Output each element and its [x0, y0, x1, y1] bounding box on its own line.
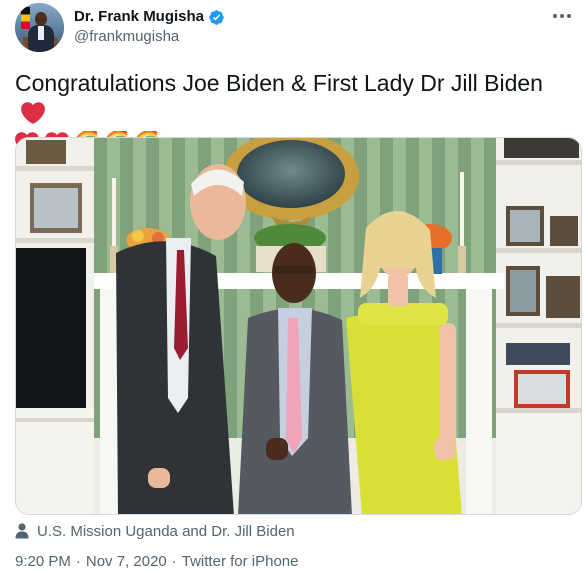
tweet-body: Congratulations Joe Biden & First Lady D… [15, 70, 543, 96]
meta-separator: · [171, 553, 177, 570]
profile-avatar[interactable] [15, 3, 64, 52]
tweet-meta: 9:20 PM · Nov 7, 2020 · Twitter for iPhone [15, 553, 298, 570]
photo-illustration [16, 138, 581, 514]
more-options-icon[interactable] [552, 10, 572, 22]
author-display-name[interactable]: Dr. Frank Mugisha [74, 8, 204, 25]
tweet-card: Dr. Frank Mugisha @frankmugisha Congratu… [0, 0, 584, 570]
tweet-photo[interactable] [15, 137, 582, 515]
meta-separator: · [75, 553, 81, 570]
tweet-source[interactable]: Twitter for iPhone [182, 553, 299, 570]
red-heart-icon [21, 102, 45, 124]
author-handle[interactable]: @frankmugisha [74, 28, 179, 45]
tagged-people-row[interactable]: U.S. Mission Uganda and Dr. Jill Biden [15, 520, 295, 542]
tweet-date[interactable]: Nov 7, 2020 [86, 553, 167, 570]
tweet-time[interactable]: 9:20 PM [15, 553, 71, 570]
person-tag-icon [15, 523, 29, 539]
verified-badge-icon [209, 10, 224, 25]
tagged-people-text[interactable]: U.S. Mission Uganda and Dr. Jill Biden [37, 523, 295, 540]
